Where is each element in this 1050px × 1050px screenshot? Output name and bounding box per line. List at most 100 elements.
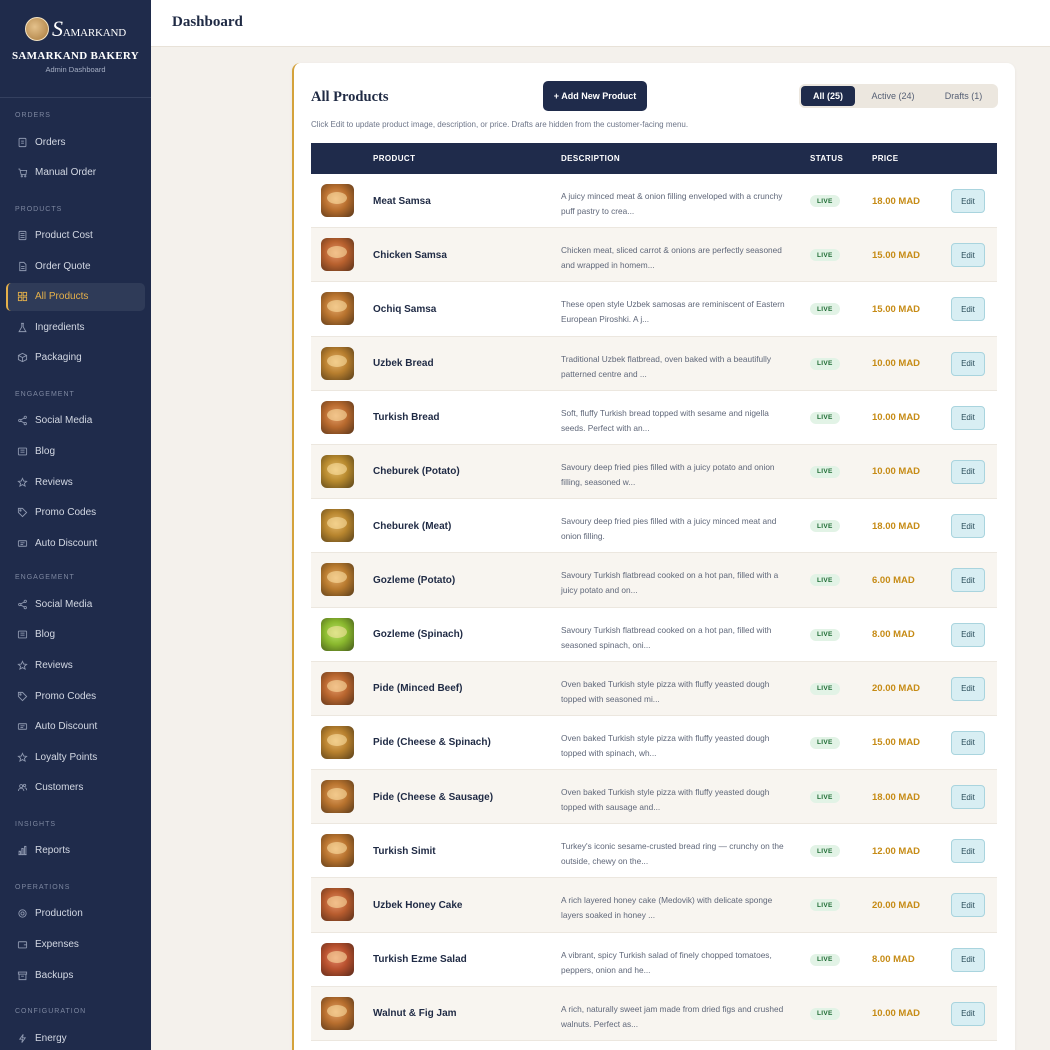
clipboard-icon xyxy=(16,136,28,148)
sidebar-item-label: Backups xyxy=(35,969,74,981)
ticket-icon xyxy=(16,721,28,733)
sidebar-item-label: Order Quote xyxy=(35,260,91,272)
column-header-status: STATUS xyxy=(810,154,844,163)
sidebar-item-manual-order[interactable]: Manual Order xyxy=(6,159,145,187)
product-name: Uzbek Bread xyxy=(373,358,434,370)
calculator-icon xyxy=(16,230,28,242)
sidebar-item-energy[interactable]: Energy xyxy=(6,1024,145,1050)
sidebar-item-blog[interactable]: Blog xyxy=(6,438,145,466)
tab-active[interactable]: Active (24) xyxy=(855,86,931,106)
edit-button[interactable]: Edit xyxy=(951,947,985,972)
edit-button[interactable]: Edit xyxy=(951,1001,985,1026)
product-price: 10.00 MAD xyxy=(872,1008,921,1020)
sidebar-item-blog[interactable]: Blog xyxy=(6,621,145,649)
status-badge: LIVE xyxy=(810,899,840,912)
product-table-body: Meat Samsa A juicy minced meat & onion fi… xyxy=(311,174,997,1041)
page-title: Dashboard xyxy=(172,14,243,30)
nav-section-title: ENGAGEMENT xyxy=(15,574,75,582)
edit-button[interactable]: Edit xyxy=(951,568,985,593)
status-badge: LIVE xyxy=(810,791,840,804)
share-icon xyxy=(16,598,28,610)
table-row: Chicken Samsa Chicken meat, sliced carrot… xyxy=(311,228,997,283)
sidebar-item-social-media[interactable]: Social Media xyxy=(6,590,145,618)
product-price: 20.00 MAD xyxy=(872,899,921,911)
sidebar-item-reviews[interactable]: Reviews xyxy=(6,652,145,680)
sidebar-item-orders[interactable]: Orders xyxy=(6,128,145,156)
table-row: Cheburek (Meat) Savoury deep fried pies f… xyxy=(311,499,997,554)
tab-all[interactable]: All (25) xyxy=(801,86,855,106)
table-row: Gozleme (Potato) Savoury Turkish flatbrea… xyxy=(311,553,997,608)
edit-button[interactable]: Edit xyxy=(951,243,985,268)
sidebar-item-label: All Products xyxy=(35,291,89,303)
product-thumbnail xyxy=(321,834,354,868)
brand-name: SAMARKAND BAKERY xyxy=(12,50,139,62)
sidebar-item-label: Product Cost xyxy=(35,230,93,242)
edit-button[interactable]: Edit xyxy=(951,730,985,755)
edit-button[interactable]: Edit xyxy=(951,839,985,864)
edit-button[interactable]: Edit xyxy=(951,785,985,810)
product-description: A rich layered honey cake (Medovik) with… xyxy=(561,895,773,921)
nav-section-title: ENGAGEMENT xyxy=(15,390,75,398)
edit-button[interactable]: Edit xyxy=(951,351,985,376)
status-badge: LIVE xyxy=(810,574,840,587)
edit-button[interactable]: Edit xyxy=(951,893,985,918)
edit-button[interactable]: Edit xyxy=(951,405,985,430)
nav-section-title: CONFIGURATION xyxy=(15,1008,87,1016)
edit-button[interactable]: Edit xyxy=(951,459,985,484)
edit-button[interactable]: Edit xyxy=(951,676,985,701)
product-name: Pide (Cheese & Spinach) xyxy=(373,737,491,749)
sidebar-item-label: Expenses xyxy=(35,939,79,950)
product-thumbnail xyxy=(321,184,354,217)
sidebar-item-label: Reviews xyxy=(35,660,73,672)
nav-section-title: INSIGHTS xyxy=(15,820,57,828)
add-new-product-button[interactable]: + Add New Product xyxy=(543,81,647,111)
share-icon xyxy=(16,415,28,427)
sidebar-item-customers[interactable]: Customers xyxy=(6,774,145,802)
sidebar-item-expenses[interactable]: Expenses xyxy=(6,931,145,959)
product-description: Oven baked Turkish style pizza with fluf… xyxy=(561,732,770,758)
column-header-price: PRICE xyxy=(872,154,899,163)
sidebar-item-loyalty-points[interactable]: Loyalty Points xyxy=(6,743,145,771)
bolt-icon xyxy=(16,1032,28,1044)
sidebar-item-label: Auto Discount xyxy=(35,721,98,733)
sidebar-item-packaging[interactable]: Packaging xyxy=(6,344,145,372)
table-row: Pide (Minced Beef) Oven baked Turkish sty… xyxy=(311,661,997,716)
status-badge: LIVE xyxy=(810,411,840,424)
product-name: Meat Samsa xyxy=(373,195,431,207)
sidebar-item-ingredients[interactable]: Ingredients xyxy=(6,313,145,341)
sidebar-item-order-quote[interactable]: Order Quote xyxy=(6,252,145,280)
sidebar-item-promo-codes[interactable]: Promo Codes xyxy=(6,499,145,527)
brand-header: SAMARKAND SAMARKAND BAKERY Admin Dashboa… xyxy=(0,0,151,98)
sidebar-item-reports[interactable]: Reports xyxy=(6,837,145,865)
table-row: Gozleme (Spinach) Savoury Turkish flatbre… xyxy=(311,608,997,662)
status-badge: LIVE xyxy=(810,195,840,207)
sidebar-item-label: Blog xyxy=(35,446,56,458)
sidebar-item-promo-codes[interactable]: Promo Codes xyxy=(6,682,145,710)
product-name: Gozleme (Spinach) xyxy=(373,629,464,640)
sidebar-item-product-cost[interactable]: Product Cost xyxy=(6,222,145,250)
sidebar-item-auto-discount[interactable]: Auto Discount xyxy=(6,529,145,557)
brand-subtitle: Admin Dashboard xyxy=(45,65,106,74)
sidebar-item-social-media[interactable]: Social Media xyxy=(6,407,145,435)
table-row: Pide (Cheese & Spinach) Oven baked Turkis… xyxy=(311,716,997,771)
sidebar-item-auto-discount[interactable]: Auto Discount xyxy=(6,713,145,741)
tab-drafts[interactable]: Drafts (1) xyxy=(931,86,996,106)
product-thumbnail xyxy=(321,400,354,434)
product-price: 20.00 MAD xyxy=(872,683,921,695)
edit-button[interactable]: Edit xyxy=(951,622,985,647)
top-bar: Dashboard xyxy=(151,0,1050,47)
sidebar-item-backups[interactable]: Backups xyxy=(6,961,145,989)
product-thumbnail xyxy=(321,671,354,705)
product-thumbnail xyxy=(321,996,354,1030)
product-name: Chicken Samsa xyxy=(373,249,447,261)
product-description: Soft, fluffy Turkish bread topped with s… xyxy=(561,407,769,433)
sidebar-item-reviews[interactable]: Reviews xyxy=(6,468,145,496)
product-description: A rich, naturally sweet jam made from dr… xyxy=(561,1003,784,1029)
edit-button[interactable]: Edit xyxy=(951,514,985,539)
sidebar-item-all-products[interactable]: All Products xyxy=(6,282,145,311)
edit-button[interactable]: Edit xyxy=(951,297,985,322)
logo[interactable]: SAMARKAND xyxy=(0,14,151,44)
edit-button[interactable]: Edit xyxy=(951,189,985,213)
sidebar-item-production[interactable]: Production xyxy=(6,900,145,928)
nav-section-title: PRODUCTS xyxy=(15,205,63,213)
